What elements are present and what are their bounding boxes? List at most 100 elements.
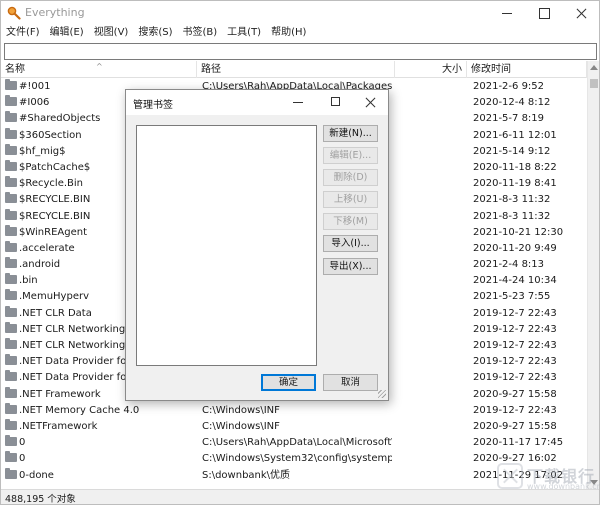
ok-button[interactable]: 确定: [261, 374, 316, 391]
file-name: #I006: [19, 97, 50, 109]
import-button[interactable]: 导入(I)...: [323, 235, 378, 252]
menu-bookmarks[interactable]: 书签(B): [178, 25, 223, 41]
file-name-cell: .NETFramework: [5, 418, 197, 435]
export-button[interactable]: 导出(X)...: [323, 258, 378, 275]
scroll-up-icon[interactable]: [590, 65, 598, 70]
minimize-button[interactable]: [491, 1, 523, 25]
date-cell: 2020-11-20 9:49: [473, 242, 557, 254]
file-name: .NET Framework: [19, 388, 101, 400]
folder-icon: [5, 95, 17, 107]
delete-bookmark-button[interactable]: 删除(D): [323, 169, 378, 186]
maximize-button[interactable]: [528, 1, 560, 25]
file-name: $Recycle.Bin: [19, 178, 84, 190]
folder-icon: [5, 111, 17, 123]
date-cell: 2021-8-3 11:32: [473, 194, 551, 206]
magnifier-app-icon: [7, 6, 21, 20]
edit-bookmark-button[interactable]: 编辑(E)...: [323, 147, 378, 164]
folder-icon: [5, 257, 17, 269]
sort-ascending-icon: ^: [96, 62, 103, 71]
folder-icon: [5, 402, 17, 414]
file-name: .NET CLR Data: [19, 307, 92, 319]
menu-tools[interactable]: 工具(T): [222, 25, 266, 41]
file-name: .NET CLR Networking: [19, 323, 126, 335]
file-name: #SharedObjects: [19, 113, 101, 125]
folder-icon: [5, 240, 17, 252]
scroll-thumb[interactable]: [590, 79, 598, 88]
file-name-cell: 0: [5, 451, 197, 467]
file-name: .NET Data Provider for S: [19, 372, 140, 384]
folder-icon: [5, 224, 17, 236]
file-name: .accelerate: [19, 242, 75, 254]
date-cell: 2021-2-4 8:13: [473, 259, 545, 271]
file-name: .NETFramework: [19, 420, 98, 432]
watermark-url: www.downbank.cn: [527, 482, 600, 491]
file-name: 0: [19, 453, 26, 465]
new-bookmark-button[interactable]: 新建(N)...: [323, 125, 378, 142]
menu-file[interactable]: 文件(F): [1, 25, 45, 41]
table-row[interactable]: 0 C:\Users\Rah\AppData\Local\Microsoft\..…: [1, 435, 587, 451]
date-cell: 2020-11-19 8:41: [473, 178, 557, 190]
file-name: $PatchCache$: [19, 161, 91, 173]
path-cell: C:\Users\Rah\AppData\Local\Microsoft\...: [202, 437, 392, 449]
menu-view[interactable]: 视图(V): [89, 25, 134, 41]
table-row[interactable]: .NET Memory Cache 4.0 C:\Windows\INF 2019-…: [1, 402, 587, 419]
file-name: $360Section: [19, 129, 82, 141]
date-cell: 2021-5-14 9:12: [473, 145, 551, 157]
column-header-name[interactable]: 名称 ^: [1, 61, 197, 78]
column-header-path[interactable]: 路径: [197, 61, 395, 78]
menu-help[interactable]: 帮助(H): [266, 25, 311, 41]
menu-edit[interactable]: 编辑(E): [45, 25, 89, 41]
vertical-scrollbar[interactable]: [587, 61, 599, 489]
date-cell: 2019-12-7 22:43: [473, 372, 557, 384]
table-row[interactable]: .NETFramework C:\Windows\INF 2020-9-27 15:…: [1, 418, 587, 435]
date-cell: 2019-12-7 22:43: [473, 404, 557, 416]
cancel-button[interactable]: 取消: [323, 374, 378, 391]
file-name: .MemuHyperv: [19, 291, 90, 303]
date-cell: 2019-12-7 22:43: [473, 307, 557, 319]
menu-search[interactable]: 搜索(S): [133, 25, 177, 41]
date-cell: 2019-12-7 22:43: [473, 356, 557, 368]
folder-icon: [5, 273, 17, 285]
file-name: $RECYCLE.BIN: [19, 194, 91, 206]
column-header-size[interactable]: 大小: [395, 61, 467, 78]
date-cell: 2021-5-23 7:55: [473, 291, 551, 303]
date-cell: 2021-6-11 12:01: [473, 129, 557, 141]
results-header: 名称 ^ 路径 大小 修改时间: [1, 61, 587, 78]
folder-icon: [5, 338, 17, 349]
folder-icon: [5, 467, 17, 479]
file-name-cell: 0-done: [5, 467, 197, 484]
dialog-title: 管理书签: [133, 100, 173, 111]
move-down-button[interactable]: 下移(M): [323, 213, 378, 230]
file-name: $RECYCLE.BIN: [19, 210, 91, 222]
column-header-date[interactable]: 修改时间: [467, 61, 587, 78]
move-up-button[interactable]: 上移(U): [323, 191, 378, 208]
close-button[interactable]: [565, 1, 597, 25]
column-name-label: 名称: [5, 64, 25, 75]
date-cell: 2021-5-7 8:19: [473, 113, 545, 125]
dialog-title-bar[interactable]: 管理书签: [126, 90, 388, 115]
date-cell: 2020-11-17 17:45: [473, 437, 564, 449]
folder-icon: [5, 208, 17, 220]
file-name: $WinREAgent: [19, 226, 88, 238]
date-cell: 2019-12-7 22:43: [473, 340, 557, 351]
search-input[interactable]: [4, 43, 597, 60]
watermark-logo-icon: [497, 463, 523, 489]
folder-icon: [5, 79, 17, 90]
dialog-close-button[interactable]: [364, 96, 378, 110]
watermark: 下载银行 www.downbank.cn: [497, 463, 600, 493]
resize-grip-icon[interactable]: [378, 390, 386, 398]
bookmark-list[interactable]: [136, 125, 317, 366]
file-name: $hf_mig$: [19, 145, 66, 157]
date-cell: 2020-9-27 15:58: [473, 388, 557, 400]
file-name: 0: [19, 437, 26, 449]
manage-bookmarks-dialog: 管理书签 新建(N)... 编辑(E)... 删除(D) 上移(U) 下移(M)…: [125, 89, 389, 401]
file-name-cell: .NET Memory Cache 4.0: [5, 402, 197, 419]
title-bar[interactable]: Everything: [1, 1, 599, 25]
dialog-minimize-button[interactable]: [293, 102, 303, 103]
dialog-maximize-button[interactable]: [331, 97, 340, 106]
folder-icon: [5, 386, 17, 398]
date-cell: 2020-11-18 8:22: [473, 161, 557, 173]
path-cell: C:\Windows\INF: [202, 420, 280, 432]
path-cell: S:\downbank\优质: [202, 469, 291, 481]
window-title: Everything: [25, 6, 85, 19]
